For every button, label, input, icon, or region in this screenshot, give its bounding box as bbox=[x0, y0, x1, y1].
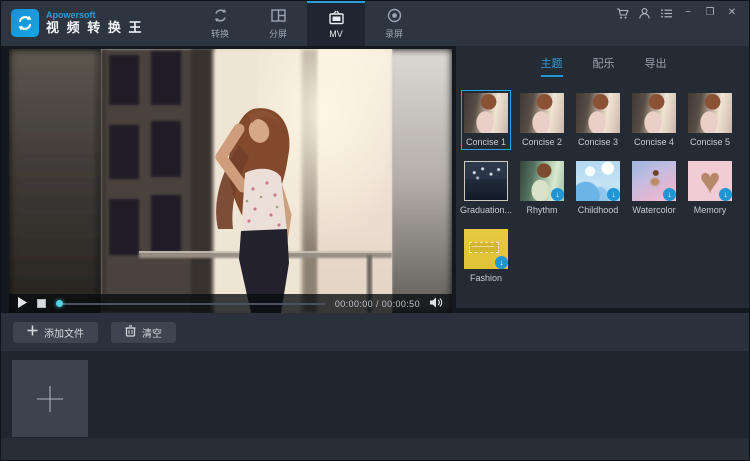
download-badge-icon: ↓ bbox=[719, 188, 732, 201]
tab-music[interactable]: 配乐 bbox=[593, 55, 615, 77]
theme-thumbnail: ↓ bbox=[464, 229, 508, 269]
tab-convert[interactable]: 转换 bbox=[191, 1, 249, 46]
volume-icon[interactable] bbox=[430, 295, 443, 313]
seek-handle[interactable] bbox=[56, 300, 63, 307]
user-account-icon[interactable] bbox=[637, 6, 651, 20]
theme-label: Childhood bbox=[578, 205, 619, 215]
theme-label: Rhythm bbox=[526, 205, 557, 215]
theme-item[interactable]: ↓ Fashion bbox=[461, 226, 511, 286]
plus-icon bbox=[35, 384, 65, 414]
tab-split-label: 分屏 bbox=[269, 27, 287, 40]
theme-thumbnail: ↓ bbox=[688, 161, 732, 201]
tab-theme[interactable]: 主题 bbox=[541, 55, 563, 77]
tab-mv[interactable]: MV bbox=[307, 1, 365, 46]
tab-screen-record[interactable]: 录屏 bbox=[365, 1, 423, 46]
theme-grid: Concise 1 Concise 2 Concise 3 Concise 4 bbox=[456, 77, 750, 294]
screen-record-icon bbox=[386, 7, 403, 24]
tab-mv-label: MV bbox=[329, 29, 343, 39]
theme-label: Graduation... bbox=[460, 205, 512, 215]
window-controls: − ❐ ✕ bbox=[615, 6, 739, 20]
main-tabs: 转换 分屏 bbox=[191, 1, 423, 46]
theme-panel: 主题 配乐 导出 Concise 1 Concise 2 Concise 3 bbox=[456, 46, 750, 308]
theme-label: Fashion bbox=[470, 273, 502, 283]
convert-refresh-icon bbox=[212, 7, 229, 24]
logo-area: Apowersoft 视 频 转 换 王 bbox=[11, 9, 143, 37]
playback-bar: 00:00:00 / 00:00:50 bbox=[9, 294, 452, 313]
theme-item[interactable]: ↓ Rhythm bbox=[517, 158, 567, 218]
video-preview: 00:00:00 / 00:00:50 bbox=[9, 49, 452, 313]
split-screen-icon bbox=[270, 7, 287, 24]
close-button[interactable]: ✕ bbox=[725, 6, 739, 20]
download-badge-icon: ↓ bbox=[663, 188, 676, 201]
theme-thumbnail: ↓ bbox=[576, 161, 620, 201]
file-toolbar: 添加文件 清空 bbox=[1, 313, 749, 351]
theme-label: Watercolor bbox=[632, 205, 675, 215]
add-files-button[interactable]: 添加文件 bbox=[13, 322, 98, 343]
file-list-area bbox=[1, 351, 749, 438]
theme-item[interactable]: ↓ Childhood bbox=[573, 158, 623, 218]
download-badge-icon: ↓ bbox=[495, 256, 508, 269]
theme-item[interactable]: Concise 1 bbox=[461, 90, 511, 150]
theme-thumbnail bbox=[464, 93, 508, 133]
theme-item[interactable]: Graduation... bbox=[461, 158, 511, 218]
theme-label: Memory bbox=[694, 205, 727, 215]
theme-item[interactable]: Concise 4 bbox=[629, 90, 679, 150]
tab-convert-label: 转换 bbox=[211, 27, 229, 40]
cart-icon[interactable] bbox=[615, 6, 629, 20]
theme-label: Concise 2 bbox=[522, 137, 562, 147]
add-file-tile[interactable] bbox=[12, 360, 88, 437]
theme-label: Concise 3 bbox=[578, 137, 618, 147]
clear-button[interactable]: 清空 bbox=[111, 322, 176, 343]
preview-frame-image bbox=[9, 49, 452, 313]
tab-record-label: 录屏 bbox=[385, 27, 403, 40]
theme-thumbnail: ↓ bbox=[632, 161, 676, 201]
theme-thumbnail bbox=[576, 93, 620, 133]
app-title: 视 频 转 换 王 bbox=[46, 21, 143, 35]
add-files-label: 添加文件 bbox=[44, 325, 84, 340]
app-window: Apowersoft 视 频 转 换 王 转换 bbox=[0, 0, 750, 461]
bottom-strip bbox=[1, 438, 749, 461]
theme-thumbnail: ↓ bbox=[520, 161, 564, 201]
theme-item[interactable]: Concise 5 bbox=[685, 90, 735, 150]
trash-icon bbox=[125, 325, 136, 340]
tab-split-screen[interactable]: 分屏 bbox=[249, 1, 307, 46]
brand-block: Apowersoft 视 频 转 换 王 bbox=[46, 11, 143, 35]
stop-button[interactable] bbox=[37, 295, 46, 313]
theme-label: Concise 4 bbox=[634, 137, 674, 147]
download-badge-icon: ↓ bbox=[551, 188, 564, 201]
maximize-button[interactable]: ❐ bbox=[703, 6, 717, 20]
download-badge-icon: ↓ bbox=[607, 188, 620, 201]
seek-track[interactable] bbox=[62, 303, 325, 305]
menu-icon[interactable] bbox=[659, 6, 673, 20]
theme-panel-tabs: 主题 配乐 导出 bbox=[456, 46, 750, 77]
theme-label: Concise 5 bbox=[690, 137, 730, 147]
time-display: 00:00:00 / 00:00:50 bbox=[335, 299, 420, 309]
minimize-button[interactable]: − bbox=[681, 6, 695, 20]
theme-item[interactable]: Concise 3 bbox=[573, 90, 623, 150]
clear-label: 清空 bbox=[142, 325, 162, 340]
theme-label: Concise 1 bbox=[466, 137, 506, 147]
theme-item[interactable]: Concise 2 bbox=[517, 90, 567, 150]
tab-export[interactable]: 导出 bbox=[645, 55, 667, 77]
mv-tv-icon bbox=[328, 9, 345, 26]
theme-thumbnail bbox=[688, 93, 732, 133]
app-logo-icon bbox=[11, 9, 39, 37]
theme-thumbnail bbox=[632, 93, 676, 133]
theme-item[interactable]: ↓ Memory bbox=[685, 158, 735, 218]
title-bar: Apowersoft 视 频 转 换 王 转换 bbox=[1, 1, 749, 46]
seek-slider[interactable] bbox=[56, 300, 325, 308]
theme-thumbnail bbox=[464, 161, 508, 201]
theme-thumbnail bbox=[520, 93, 564, 133]
plus-icon bbox=[27, 325, 38, 339]
play-button[interactable] bbox=[18, 295, 27, 313]
theme-item[interactable]: ↓ Watercolor bbox=[629, 158, 679, 218]
